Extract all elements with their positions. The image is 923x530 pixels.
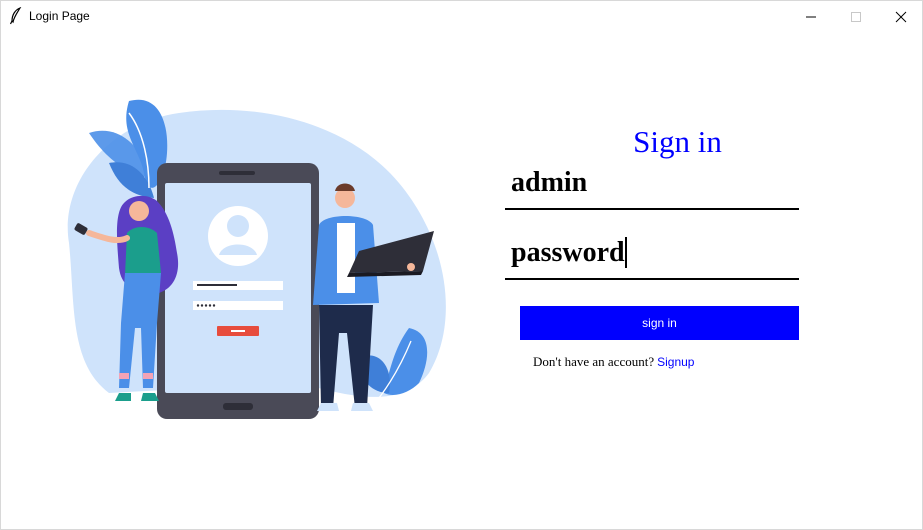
- password-value-wrapper: password: [511, 237, 627, 268]
- maximize-button[interactable]: [833, 1, 879, 32]
- username-value: admin: [511, 167, 588, 198]
- maximize-icon: [851, 11, 861, 22]
- feather-icon: [9, 7, 22, 25]
- username-field[interactable]: admin: [505, 168, 799, 210]
- window-title: Login Page: [29, 9, 90, 23]
- minimize-button[interactable]: [788, 1, 834, 32]
- login-illustration: [67, 99, 446, 419]
- title-bar: Login Page: [1, 1, 922, 32]
- password-field[interactable]: password: [505, 237, 799, 280]
- text-caret: [624, 237, 627, 268]
- close-button[interactable]: [878, 1, 923, 32]
- login-window: Login Page Sign in admin password sign i…: [0, 0, 923, 530]
- signin-title: Sign in: [633, 124, 722, 159]
- signup-link[interactable]: Signup: [657, 355, 694, 369]
- signup-row: Don't have an account? Signup: [533, 354, 694, 370]
- password-value: password: [511, 237, 625, 268]
- minimize-icon: [806, 16, 816, 17]
- signin-button[interactable]: sign in: [520, 306, 799, 340]
- signup-prompt: Don't have an account?: [533, 354, 655, 369]
- close-icon: [895, 11, 907, 22]
